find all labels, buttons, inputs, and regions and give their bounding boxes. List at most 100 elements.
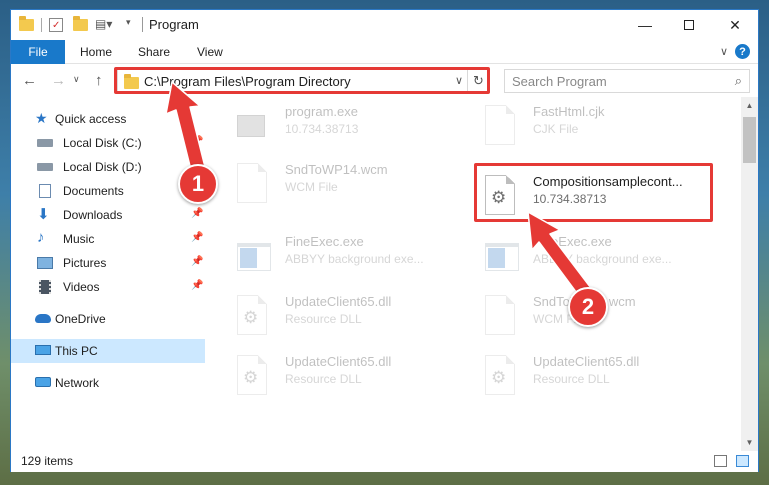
sidebar-item-quick-access[interactable]: ★ Quick access xyxy=(11,107,205,131)
scroll-up-icon[interactable]: ▲ xyxy=(741,97,758,114)
drive-icon xyxy=(37,163,53,171)
file-name: UpdateClient65.dll xyxy=(285,294,392,309)
folder-icon xyxy=(19,16,34,31)
drive-icon xyxy=(37,139,53,147)
pin-icon[interactable]: 📌 xyxy=(191,232,203,243)
document-icon xyxy=(237,163,271,207)
tab-share[interactable]: Share xyxy=(138,45,170,59)
large-icons-view-icon[interactable] xyxy=(736,455,749,467)
file-item[interactable]: ⚙ UpdateClient65.dll Resource DLL xyxy=(477,351,717,403)
search-icon[interactable]: ⌕ xyxy=(735,73,742,89)
sidebar-item-music[interactable]: ♪ Music 📌 xyxy=(11,227,205,251)
ribbon-tabs: File Home Share View ∨ ? xyxy=(11,40,758,64)
vertical-scrollbar[interactable]: ▲ ▼ xyxy=(741,97,758,451)
file-item[interactable]: FineExec.exe ABBYY background exe... xyxy=(477,231,717,283)
file-name: UpdateClient65.dll xyxy=(285,354,392,369)
sidebar-item-label: Documents xyxy=(63,184,124,198)
target-file-highlight xyxy=(474,163,713,222)
file-details: Resource DLL xyxy=(533,372,610,386)
back-arrow-icon[interactable]: ← xyxy=(22,72,37,89)
cloud-icon xyxy=(35,314,51,323)
sidebar-item-local-disk-d[interactable]: Local Disk (D:) xyxy=(11,155,205,179)
sidebar-item-network[interactable]: Network xyxy=(11,371,205,395)
document-icon xyxy=(485,105,519,149)
file-item[interactable]: program.exe 10.734.38713 xyxy=(229,101,469,153)
pin-icon[interactable]: 📌 xyxy=(191,256,203,267)
sidebar-item-documents[interactable]: Documents 📌 xyxy=(11,179,205,203)
status-bar: 129 items xyxy=(11,451,758,472)
tab-file[interactable]: File xyxy=(11,40,65,64)
window-title: Program xyxy=(149,17,199,32)
recent-locations-icon[interactable]: ∨ xyxy=(73,74,80,85)
file-details: ABBYY background exe... xyxy=(533,252,672,266)
sidebar-item-onedrive[interactable]: OneDrive xyxy=(11,307,205,331)
sidebar-item-label: Videos xyxy=(63,280,100,294)
file-item[interactable]: FineExec.exe ABBYY background exe... xyxy=(229,231,469,283)
help-button[interactable]: ? xyxy=(735,44,750,59)
file-item[interactable]: SndToWP14.wcm WCM File xyxy=(229,159,469,211)
file-item[interactable]: ⚙ UpdateClient65.dll Resource DLL xyxy=(229,291,469,343)
file-details: 10.734.38713 xyxy=(285,122,359,136)
file-details: ABBYY background exe... xyxy=(285,252,424,266)
computer-icon xyxy=(35,345,51,355)
minimize-icon: — xyxy=(638,17,652,33)
file-name: FineExec.exe xyxy=(285,234,364,249)
pin-icon[interactable]: 📌 xyxy=(191,280,203,291)
step-badge-2: 2 xyxy=(568,287,608,327)
file-name: UpdateClient65.dll xyxy=(533,354,640,369)
documents-icon xyxy=(39,184,51,198)
customize-toolbar-icon[interactable]: ▤▾ xyxy=(95,17,112,35)
file-name: FastHtml.cjk xyxy=(533,104,605,119)
up-arrow-icon[interactable]: ↑ xyxy=(95,72,103,89)
downloads-icon: ⬇ xyxy=(37,206,50,223)
quick-access-separator xyxy=(41,18,42,32)
forward-arrow-icon[interactable]: → xyxy=(51,72,66,89)
gear-icon: ⚙ xyxy=(243,308,259,327)
maximize-button[interactable] xyxy=(666,10,712,40)
file-item[interactable]: FastHtml.cjk CJK File xyxy=(477,101,717,153)
settings-file-icon: ⚙ xyxy=(237,295,271,339)
videos-icon xyxy=(39,280,51,294)
scrollbar-thumb[interactable] xyxy=(743,117,756,163)
maximize-icon xyxy=(684,20,694,30)
file-name: SndToWP14.wcm xyxy=(533,294,713,309)
network-icon xyxy=(35,377,51,387)
tab-home[interactable]: Home xyxy=(80,45,112,59)
file-item[interactable]: ⚙ UpdateClient65.dll Resource DLL xyxy=(229,351,469,403)
item-count: 129 items xyxy=(21,454,74,468)
application-icon xyxy=(485,235,519,279)
sidebar-item-label: Quick access xyxy=(55,112,127,126)
new-folder-icon[interactable] xyxy=(73,16,88,31)
sidebar-item-videos[interactable]: Videos 📌 xyxy=(11,275,205,299)
close-icon: ✕ xyxy=(729,16,741,33)
document-icon xyxy=(485,295,519,339)
navigation-pane: ★ Quick access Local Disk (C:) 📌 Local D… xyxy=(11,97,205,451)
address-bar-highlight xyxy=(114,67,490,94)
star-icon: ★ xyxy=(35,110,48,126)
file-name: program.exe xyxy=(285,104,358,119)
title-bar: ✓ ▤▾ ▾ Program — ✕ xyxy=(11,10,758,40)
dropdown-chevron-icon[interactable]: ▾ xyxy=(126,17,131,35)
sidebar-item-label: Network xyxy=(55,376,100,390)
minimize-button[interactable]: — xyxy=(622,10,668,40)
sidebar-item-local-disk-c[interactable]: Local Disk (C:) 📌 xyxy=(11,131,205,155)
sidebar-item-label: This PC xyxy=(55,344,98,358)
expand-ribbon-icon[interactable]: ∨ xyxy=(720,45,728,58)
properties-icon[interactable]: ✓ xyxy=(49,18,63,32)
sidebar-item-this-pc[interactable]: This PC xyxy=(11,339,205,363)
tab-view[interactable]: View xyxy=(197,45,223,59)
details-view-icon[interactable] xyxy=(714,455,727,467)
application-icon xyxy=(237,235,271,279)
sidebar-item-pictures[interactable]: Pictures 📌 xyxy=(11,251,205,275)
search-input[interactable]: Search Program xyxy=(512,74,607,89)
sidebar-item-downloads[interactable]: ⬇ Downloads 📌 xyxy=(11,203,205,227)
pin-icon[interactable]: 📌 xyxy=(191,136,203,147)
close-button[interactable]: ✕ xyxy=(712,10,758,40)
file-details: Resource DLL xyxy=(285,372,362,386)
pin-icon[interactable]: 📌 xyxy=(191,208,203,219)
pictures-icon xyxy=(37,257,53,269)
scroll-down-icon[interactable]: ▼ xyxy=(741,434,758,451)
search-box[interactable]: Search Program ⌕ xyxy=(504,69,750,93)
settings-file-icon: ⚙ xyxy=(237,355,271,399)
step-badge-1: 1 xyxy=(178,164,218,204)
